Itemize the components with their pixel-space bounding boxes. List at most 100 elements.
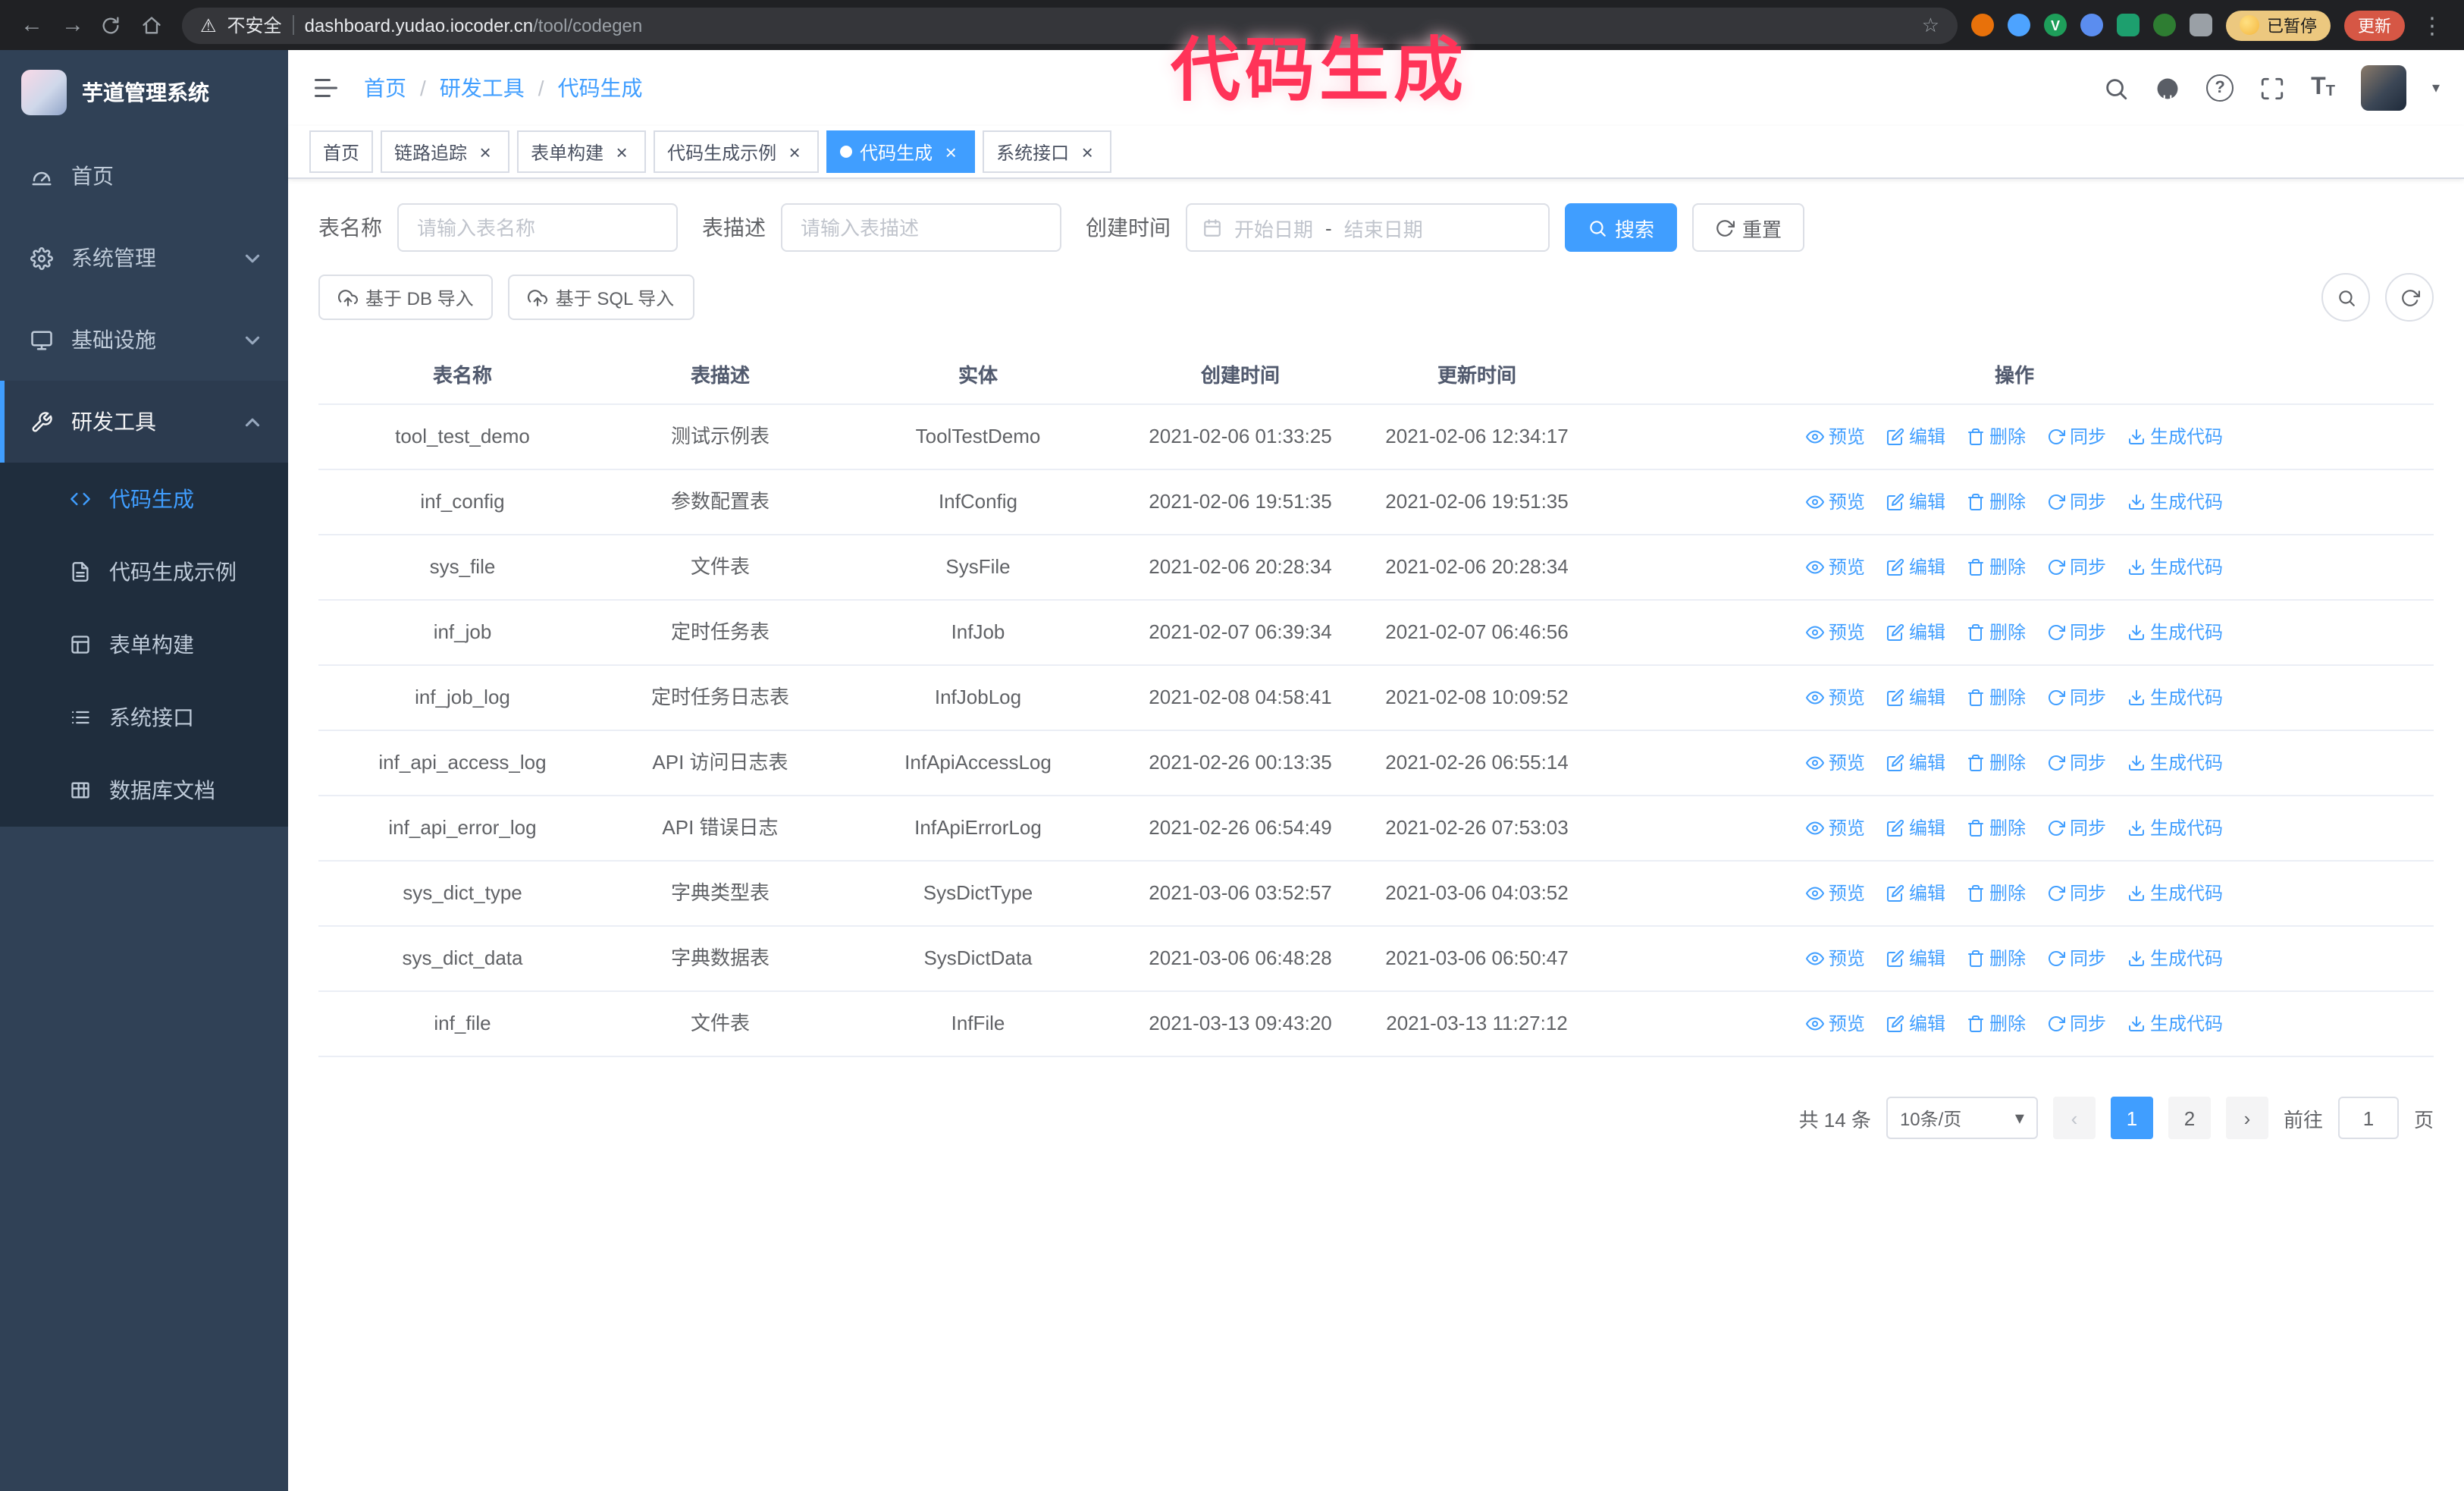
- table-name-input[interactable]: [397, 203, 678, 252]
- tab[interactable]: 表单构建 ×: [517, 130, 647, 173]
- sidebar-item-dev-tools[interactable]: 研发工具: [0, 381, 288, 463]
- sync-link[interactable]: 同步: [2047, 815, 2106, 842]
- sidebar-item-infrastructure[interactable]: 基础设施: [0, 299, 288, 381]
- delete-link[interactable]: 删除: [1967, 815, 2026, 842]
- fullscreen-icon[interactable]: [2259, 75, 2285, 101]
- tab[interactable]: 系统接口 ×: [983, 130, 1112, 173]
- delete-link[interactable]: 删除: [1967, 684, 2026, 711]
- delete-link[interactable]: 删除: [1967, 488, 2026, 516]
- sync-link[interactable]: 同步: [2047, 1010, 2106, 1037]
- preview-link[interactable]: 预览: [1806, 684, 1865, 711]
- profile-paused-chip[interactable]: 已暂停: [2226, 10, 2331, 40]
- sync-link[interactable]: 同步: [2047, 880, 2106, 907]
- tab[interactable]: 首页: [309, 130, 374, 173]
- extension-icon-green-square[interactable]: [2117, 14, 2140, 36]
- delete-link[interactable]: 删除: [1967, 554, 2026, 581]
- extensions-puzzle-icon[interactable]: [2190, 14, 2212, 36]
- breadcrumb-home[interactable]: 首页: [364, 73, 406, 103]
- generate-code-link[interactable]: 生成代码: [2127, 815, 2223, 842]
- edit-link[interactable]: 编辑: [1886, 684, 1945, 711]
- delete-link[interactable]: 删除: [1967, 423, 2026, 450]
- extension-icon-blue-drop[interactable]: [2008, 14, 2030, 36]
- address-bar[interactable]: ⚠ 不安全 dashboard.yudao.iocoder.cn/tool/co…: [182, 7, 1958, 43]
- close-icon[interactable]: ×: [475, 141, 496, 162]
- generate-code-link[interactable]: 生成代码: [2127, 945, 2223, 972]
- refresh-table-button[interactable]: [2385, 273, 2434, 322]
- sidebar-toggle-button[interactable]: [312, 74, 340, 102]
- font-size-icon[interactable]: TT: [2311, 75, 2335, 100]
- generate-code-link[interactable]: 生成代码: [2127, 488, 2223, 516]
- preview-link[interactable]: 预览: [1806, 945, 1865, 972]
- preview-link[interactable]: 预览: [1806, 554, 1865, 581]
- browser-update-button[interactable]: 更新: [2344, 10, 2405, 40]
- edit-link[interactable]: 编辑: [1886, 488, 1945, 516]
- browser-reload-button[interactable]: [100, 14, 127, 36]
- preview-link[interactable]: 预览: [1806, 815, 1865, 842]
- close-icon[interactable]: ×: [784, 141, 805, 162]
- goto-page-input[interactable]: [2337, 1097, 2399, 1139]
- next-page-button[interactable]: ›: [2225, 1097, 2268, 1139]
- extension-icon-tree[interactable]: [2153, 14, 2176, 36]
- sidebar-item-database-doc[interactable]: 数据库文档: [0, 754, 288, 827]
- edit-link[interactable]: 编辑: [1886, 749, 1945, 777]
- edit-link[interactable]: 编辑: [1886, 423, 1945, 450]
- sync-link[interactable]: 同步: [2047, 619, 2106, 646]
- page-button-1[interactable]: 1: [2110, 1097, 2153, 1139]
- sync-link[interactable]: 同步: [2047, 749, 2106, 777]
- close-icon[interactable]: ×: [611, 141, 632, 162]
- edit-link[interactable]: 编辑: [1886, 1010, 1945, 1037]
- toggle-search-button[interactable]: [2321, 273, 2370, 322]
- delete-link[interactable]: 删除: [1967, 945, 2026, 972]
- generate-code-link[interactable]: 生成代码: [2127, 880, 2223, 907]
- extension-icon-green-v[interactable]: V: [2044, 14, 2067, 36]
- sidebar-item-system-management[interactable]: 系统管理: [0, 217, 288, 299]
- extension-icon-people[interactable]: [2080, 14, 2103, 36]
- sidebar-item-home[interactable]: 首页: [0, 135, 288, 217]
- browser-back-button[interactable]: ←: [18, 12, 45, 38]
- preview-link[interactable]: 预览: [1806, 488, 1865, 516]
- preview-link[interactable]: 预览: [1806, 1010, 1865, 1037]
- preview-link[interactable]: 预览: [1806, 423, 1865, 450]
- page-url[interactable]: dashboard.yudao.iocoder.cn/tool/codegen: [305, 14, 1911, 36]
- generate-code-link[interactable]: 生成代码: [2127, 749, 2223, 777]
- preview-link[interactable]: 预览: [1806, 880, 1865, 907]
- prev-page-button[interactable]: ‹: [2052, 1097, 2096, 1139]
- user-avatar[interactable]: [2360, 65, 2406, 111]
- browser-menu-kebab-icon[interactable]: ⋮: [2419, 11, 2446, 39]
- page-size-select[interactable]: 10条/页 ▾: [1886, 1097, 2038, 1139]
- search-icon[interactable]: [2103, 75, 2129, 101]
- github-icon[interactable]: [2155, 75, 2180, 101]
- sync-link[interactable]: 同步: [2047, 945, 2106, 972]
- search-button[interactable]: 搜索: [1565, 203, 1678, 252]
- sync-link[interactable]: 同步: [2047, 684, 2106, 711]
- date-range-picker[interactable]: 开始日期 - 结束日期: [1186, 203, 1550, 252]
- table-desc-input[interactable]: [781, 203, 1061, 252]
- preview-link[interactable]: 预览: [1806, 619, 1865, 646]
- delete-link[interactable]: 删除: [1967, 619, 2026, 646]
- sidebar-item-system-api[interactable]: 系统接口: [0, 681, 288, 754]
- edit-link[interactable]: 编辑: [1886, 554, 1945, 581]
- sidebar-item-codegen-example[interactable]: 代码生成示例: [0, 535, 288, 608]
- preview-link[interactable]: 预览: [1806, 749, 1865, 777]
- sync-link[interactable]: 同步: [2047, 488, 2106, 516]
- security-label[interactable]: 不安全: [227, 12, 282, 38]
- edit-link[interactable]: 编辑: [1886, 815, 1945, 842]
- generate-code-link[interactable]: 生成代码: [2127, 423, 2223, 450]
- import-sql-button[interactable]: 基于 SQL 导入: [508, 275, 694, 320]
- generate-code-link[interactable]: 生成代码: [2127, 554, 2223, 581]
- chevron-down-icon[interactable]: ▾: [2432, 80, 2440, 96]
- browser-home-button[interactable]: [141, 14, 168, 36]
- import-db-button[interactable]: 基于 DB 导入: [318, 275, 494, 320]
- generate-code-link[interactable]: 生成代码: [2127, 1010, 2223, 1037]
- delete-link[interactable]: 删除: [1967, 1010, 2026, 1037]
- app-logo[interactable]: 芋道管理系统: [0, 50, 288, 135]
- edit-link[interactable]: 编辑: [1886, 619, 1945, 646]
- edit-link[interactable]: 编辑: [1886, 945, 1945, 972]
- generate-code-link[interactable]: 生成代码: [2127, 619, 2223, 646]
- delete-link[interactable]: 删除: [1967, 880, 2026, 907]
- browser-forward-button[interactable]: →: [59, 12, 86, 38]
- close-icon[interactable]: ×: [940, 141, 961, 162]
- sync-link[interactable]: 同步: [2047, 423, 2106, 450]
- tab[interactable]: 代码生成示例 ×: [654, 130, 820, 173]
- extension-icon-orange[interactable]: [1971, 14, 1994, 36]
